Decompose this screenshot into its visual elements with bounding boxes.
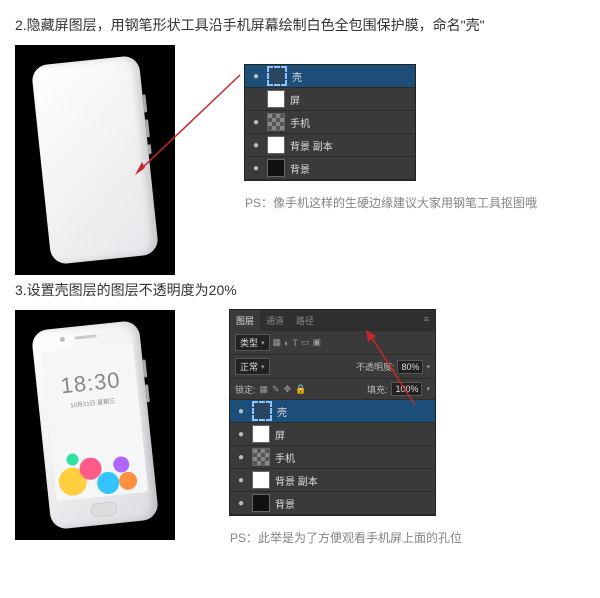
phone-preview-1 xyxy=(15,45,175,275)
layer-thumb-icon xyxy=(252,425,270,443)
filter-row: 类型▾ ▦ ◐ T ▭ ▣ xyxy=(230,331,435,355)
layer-thumb-icon xyxy=(252,471,270,489)
filter-adjust-icon[interactable]: ◐ xyxy=(284,338,289,348)
speaker-icon xyxy=(75,334,97,339)
tab-channels[interactable]: 通道 xyxy=(260,310,290,331)
lock-row: 锁定: ▦ ✎ ✥ 🔒 填充: 100% ▾ xyxy=(230,379,435,400)
layer-thumb-icon xyxy=(267,113,285,131)
fill-input[interactable]: 100% xyxy=(391,382,422,396)
layer-row[interactable]: ● 屏 xyxy=(230,423,435,446)
layer-row[interactable]: ● 背景 副本 xyxy=(230,469,435,492)
visibility-eye-icon[interactable]: ● xyxy=(235,475,247,486)
phone-screen: 18:30 10月21日 星期三 xyxy=(41,343,148,502)
layer-thumb-icon xyxy=(252,401,272,421)
step2-title: 2.隐藏屏图层，用钢笔形状工具沿手机屏幕绘制白色全包围保护膜，命名"壳" xyxy=(15,15,585,35)
panel-menu-icon[interactable]: ≡ xyxy=(418,310,435,331)
layer-row[interactable]: ● 背景 xyxy=(245,157,415,180)
clock-date: 10月21日 星期三 xyxy=(70,396,116,410)
filter-smart-icon[interactable]: ▣ xyxy=(313,337,322,348)
layer-name: 屏 xyxy=(275,427,430,442)
lock-trans-icon[interactable]: ▦ xyxy=(260,384,269,395)
visibility-eye-icon[interactable]: ● xyxy=(235,452,247,463)
layer-thumb-icon xyxy=(267,136,285,154)
tab-layers[interactable]: 图层 xyxy=(230,310,260,331)
step3-block: 18:30 10月21日 星期三 图层 通道 xyxy=(15,310,585,561)
dropdown-icon[interactable]: ▾ xyxy=(426,385,430,393)
tab-paths[interactable]: 路径 xyxy=(290,310,320,331)
layer-thumb-icon xyxy=(267,159,285,177)
panel-tabs: 图层 通道 路径 ≡ xyxy=(230,310,435,331)
layer-name: 壳 xyxy=(292,69,410,84)
layer-thumb-icon xyxy=(267,90,285,108)
step3-right: 图层 通道 路径 ≡ 类型▾ ▦ ◐ T ▭ ▣ 正常▾ 不透明度: 80% ▾ xyxy=(230,310,462,561)
opacity-label: 不透明度: xyxy=(356,360,395,373)
side-button-icon xyxy=(145,119,150,137)
wallpaper-blobs xyxy=(50,425,149,502)
visibility-eye-icon[interactable]: ● xyxy=(235,429,247,440)
layer-row[interactable]: ● 背景 xyxy=(230,492,435,515)
layer-name: 手机 xyxy=(290,115,410,130)
layer-name: 手机 xyxy=(275,450,430,465)
layers-panel-full: 图层 通道 路径 ≡ 类型▾ ▦ ◐ T ▭ ▣ 正常▾ 不透明度: 80% ▾ xyxy=(230,310,435,515)
layer-thumb-icon xyxy=(252,448,270,466)
step2-block: ● 壳 屏 ● 手机 ● 背景 副本 ● 背景 xyxy=(15,45,585,275)
lock-paint-icon[interactable]: ✎ xyxy=(272,384,280,395)
opacity-input[interactable]: 80% xyxy=(397,360,423,374)
camera-icon xyxy=(60,337,65,342)
filter-pixel-icon[interactable]: ▦ xyxy=(273,337,282,348)
phone-shell-white xyxy=(31,55,159,265)
blend-row: 正常▾ 不透明度: 80% ▾ xyxy=(230,355,435,379)
visibility-eye-icon[interactable]: ● xyxy=(235,498,247,509)
kind-filter[interactable]: 类型▾ xyxy=(235,334,270,351)
layer-name: 背景 xyxy=(290,161,410,176)
layers-panel: ● 壳 屏 ● 手机 ● 背景 副本 ● 背景 xyxy=(245,65,415,180)
blend-mode-select[interactable]: 正常▾ xyxy=(235,358,270,375)
lock-move-icon[interactable]: ✥ xyxy=(284,384,292,395)
lock-label: 锁定: xyxy=(235,383,256,396)
home-button-icon xyxy=(90,501,117,518)
visibility-eye-icon[interactable]: ● xyxy=(250,163,262,174)
layer-thumb-icon xyxy=(267,66,287,86)
filter-shape-icon[interactable]: ▭ xyxy=(301,337,310,348)
side-button-icon xyxy=(142,94,147,112)
layer-name: 背景 副本 xyxy=(290,138,410,153)
lockscreen-clock: 18:30 10月21日 星期三 xyxy=(41,343,141,435)
lock-all-icon[interactable]: 🔒 xyxy=(295,384,306,395)
layer-thumb-icon xyxy=(252,494,270,512)
clock-time: 18:30 xyxy=(59,367,121,399)
layer-row[interactable]: ● 壳 xyxy=(230,400,435,423)
phone-body-ui: 18:30 10月21日 星期三 xyxy=(31,320,159,530)
step2-right: ● 壳 屏 ● 手机 ● 背景 副本 ● 背景 xyxy=(245,45,537,226)
side-button-icon xyxy=(145,384,150,402)
visibility-eye-icon[interactable]: ● xyxy=(250,140,262,151)
visibility-eye-icon[interactable]: ● xyxy=(250,117,262,128)
filter-text-icon[interactable]: T xyxy=(292,338,298,348)
step2-note: PS：像手机这样的生硬边缘建议大家用钢笔工具抠图哦 xyxy=(245,194,537,211)
layer-name: 壳 xyxy=(277,404,430,419)
layer-row[interactable]: ● 手机 xyxy=(245,111,415,134)
layer-row[interactable]: ● 背景 副本 xyxy=(245,134,415,157)
step3-note: PS：此举是为了方便观看手机屏上面的孔位 xyxy=(230,529,462,546)
layer-row[interactable]: ● 壳 xyxy=(245,65,415,88)
dropdown-icon[interactable]: ▾ xyxy=(426,363,430,371)
layer-row[interactable]: ● 手机 xyxy=(230,446,435,469)
layer-row[interactable]: 屏 xyxy=(245,88,415,111)
phone-preview-2: 18:30 10月21日 星期三 xyxy=(15,310,175,540)
side-button-icon xyxy=(142,359,147,377)
visibility-eye-icon[interactable]: ● xyxy=(250,71,262,82)
fill-label: 填充: xyxy=(367,383,388,396)
layer-name: 背景 xyxy=(275,496,430,511)
side-button-icon xyxy=(148,144,152,154)
layer-name: 背景 副本 xyxy=(275,473,430,488)
layers-list: ● 壳 ● 屏 ● 手机 ● 背景 副本 xyxy=(230,400,435,515)
visibility-eye-icon[interactable]: ● xyxy=(235,406,247,417)
layer-name: 屏 xyxy=(290,92,410,107)
step3-title: 3.设置壳图层的图层不透明度为20% xyxy=(15,280,585,300)
